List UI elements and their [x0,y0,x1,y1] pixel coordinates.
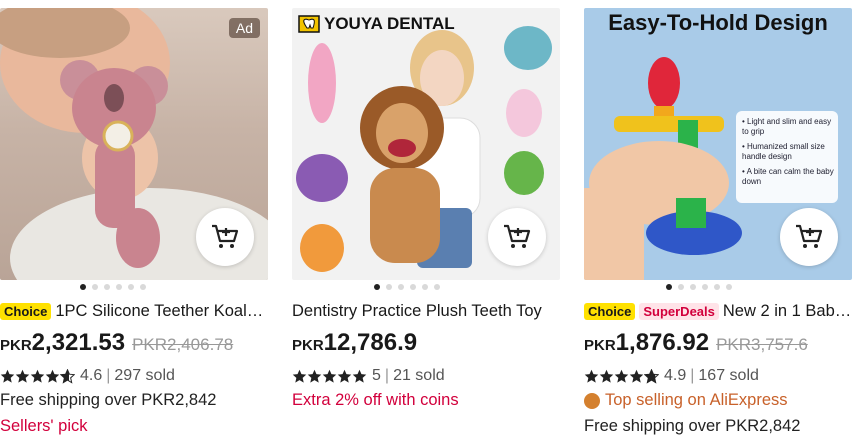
carousel-dot[interactable] [116,284,122,290]
price: PKR 2,321.53 PKR2,406.78 [0,329,233,357]
image-carousel-dots[interactable] [666,284,732,290]
product-card[interactable]: Easy-To-Hold Design • Light and slim and… [584,0,852,438]
add-to-cart-button[interactable] [780,208,838,266]
carousel-dot[interactable] [422,284,428,290]
tooth-logo-icon [298,15,320,33]
price-amount: 12,786.9 [323,329,418,356]
feature-point: • A bite can calm the baby down [742,167,834,186]
carousel-dot[interactable] [80,284,86,290]
image-carousel-dots[interactable] [374,284,440,290]
product-image[interactable]: Easy-To-Hold Design • Light and slim and… [584,8,852,280]
product-title-text[interactable]: Dentistry Practice Plush Teeth Toy [292,302,542,321]
product-title[interactable]: Choice 1PC Silicone Teether Koala Baby T… [0,300,268,322]
carousel-dot[interactable] [702,284,708,290]
original-price: PKR3,757.6 [716,335,808,354]
sellers-pick-label: Sellers' pick [0,417,88,435]
sold-count: 167 sold [698,367,759,384]
rating-value: 4.9 [664,367,687,384]
product-title[interactable]: Choice SuperDeals New 2 in 1 Baby Teethe… [584,300,852,322]
carousel-dot[interactable] [726,284,732,290]
superdeals-badge: SuperDeals [639,302,719,320]
carousel-dot[interactable] [128,284,134,290]
image-carousel-dots[interactable] [80,284,146,290]
product-image[interactable]: Ad [0,8,268,280]
star-rating-icon [0,368,75,384]
top-selling-label: Top selling on AliExpress [584,391,788,410]
top-selling-text: Top selling on AliExpress [605,391,788,409]
carousel-dot[interactable] [690,284,696,290]
carousel-dot[interactable] [398,284,404,290]
product-title-text[interactable]: 1PC Silicone Teether Koala Baby Toys [55,302,268,321]
brand-logo: YOUYA DENTAL [298,14,455,34]
shipping-info: Free shipping over PKR2,842 [584,417,801,435]
choice-badge: Choice [584,302,636,320]
star-rating-icon [292,369,367,384]
choice-badge: Choice [0,302,52,320]
cart-plus-icon [504,224,531,248]
carousel-dot[interactable] [92,284,98,290]
rating-row: 5 | 21 sold [292,367,445,385]
price: PKR 1,876.92 PKR3,757.6 [584,329,808,357]
carousel-dot[interactable] [714,284,720,290]
product-card[interactable]: Ad Choice 1PC Silicone Teether Koala Bab… [0,0,268,438]
sold-count: 21 sold [393,367,445,384]
carousel-dot[interactable] [434,284,440,290]
star-rating-icon [584,368,659,384]
cart-plus-icon [212,224,239,248]
divider: | [106,367,111,384]
product-card[interactable]: YOUYA DENTAL Dentistry Practice Plush Te… [292,0,560,438]
add-to-cart-button[interactable] [488,208,546,266]
cart-plus-icon [796,224,823,248]
price-amount: 1,876.92 [615,329,710,356]
carousel-dot[interactable] [374,284,380,290]
price-currency: PKR [292,337,324,354]
rating-row: 4.6 | 297 sold [0,367,175,385]
divider: | [384,367,390,384]
product-title-text[interactable]: New 2 in 1 Baby Teether Pacifier [723,302,852,321]
price-currency: PKR [0,337,32,354]
original-price: PKR2,406.78 [132,335,234,354]
rating-value: 5 [372,367,381,384]
feature-callout: • Light and slim and easy to grip • Huma… [736,111,838,203]
carousel-dot[interactable] [104,284,110,290]
feature-point: • Light and slim and easy to grip [742,117,832,136]
carousel-dot[interactable] [410,284,416,290]
carousel-dot[interactable] [666,284,672,290]
divider: | [690,367,695,384]
add-to-cart-button[interactable] [196,208,254,266]
price-currency: PKR [584,337,616,354]
carousel-dot[interactable] [678,284,684,290]
feature-point: • Humanized small size handle design [742,142,825,161]
ad-badge: Ad [228,18,260,38]
image-headline: Easy-To-Hold Design [608,10,828,35]
sold-count: 297 sold [114,367,175,384]
rating-value: 4.6 [80,367,103,384]
coins-discount-label: Extra 2% off with coins [292,391,459,409]
rating-row: 4.9 | 167 sold [584,367,759,385]
flame-icon [584,392,600,409]
carousel-dot[interactable] [386,284,392,290]
product-title[interactable]: Dentistry Practice Plush Teeth Toy [292,300,560,322]
carousel-dot[interactable] [140,284,146,290]
price: PKR 12,786.9 [292,329,417,357]
product-image[interactable]: YOUYA DENTAL [292,8,560,280]
brand-name: YOUYA DENTAL [324,14,455,33]
price-amount: 2,321.53 [31,329,126,356]
shipping-info: Free shipping over PKR2,842 [0,391,217,409]
